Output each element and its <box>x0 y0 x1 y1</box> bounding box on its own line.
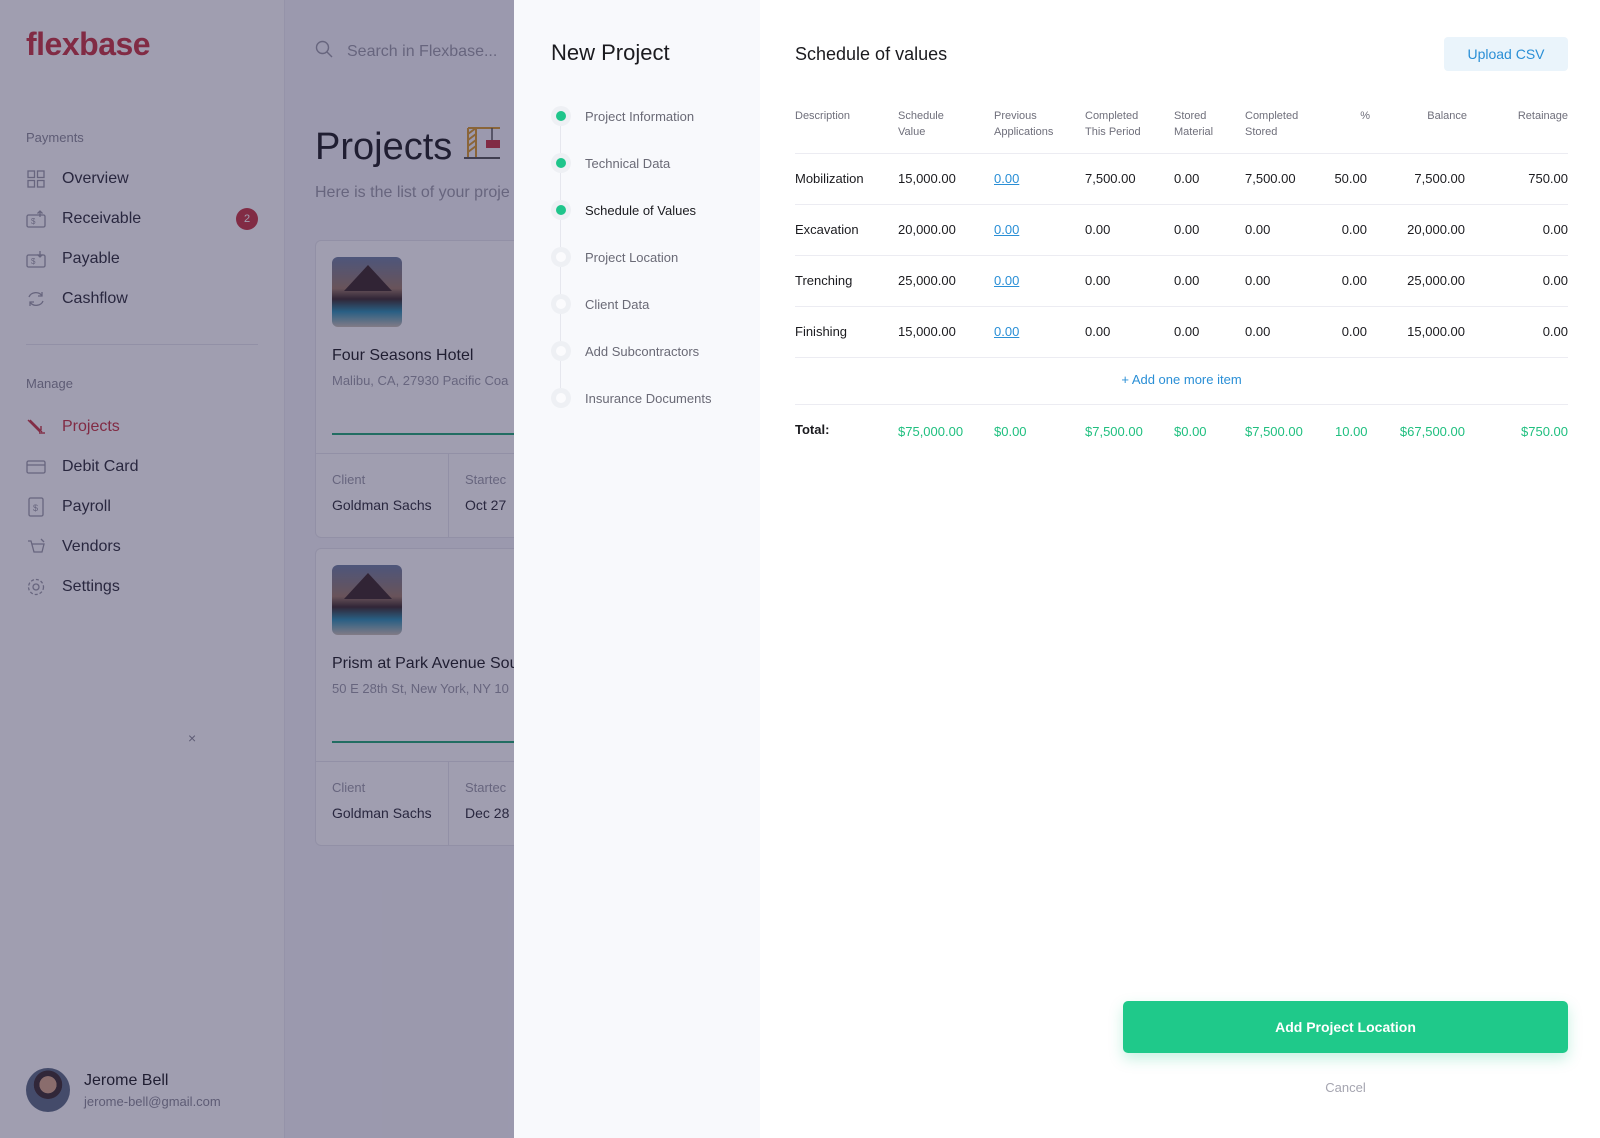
total-completed-stored: $7,500.00 <box>1245 424 1303 439</box>
step-label: Insurance Documents <box>585 390 712 406</box>
cell-percent: 0.00 <box>1341 273 1367 288</box>
cell-completed-stored: 7,500.00 <box>1245 171 1296 186</box>
add-item-row: + Add one more item <box>795 358 1568 405</box>
cell-percent: 50.00 <box>1334 171 1367 186</box>
cell-completed-this-period[interactable]: 0.00 <box>1085 222 1110 237</box>
step-label: Schedule of Values <box>585 202 697 218</box>
column-header-completed-this-period: Completed This Period <box>1085 110 1141 138</box>
column-header-stored-material: Stored Material <box>1174 110 1214 138</box>
total-previous-applications: $0.00 <box>994 424 1027 439</box>
cell-stored-material[interactable]: 0.00 <box>1174 324 1199 339</box>
cell-balance: 20,000.00 <box>1407 222 1465 237</box>
cell-previous-applications-link[interactable]: 0.00 <box>994 273 1019 288</box>
step-current-icon <box>551 200 571 220</box>
table-row[interactable]: Mobilization 15,000.00 0.00 7,500.00 0.0… <box>795 154 1568 205</box>
cell-stored-material[interactable]: 0.00 <box>1174 222 1199 237</box>
step-schedule-of-values[interactable]: Schedule of Values <box>551 200 696 220</box>
cell-previous-applications-link[interactable]: 0.00 <box>994 324 1019 339</box>
add-project-location-button[interactable]: Add Project Location <box>1123 1001 1568 1053</box>
step-project-location[interactable]: Project Location <box>551 247 678 267</box>
cell-previous-applications-link[interactable]: 0.00 <box>994 171 1019 186</box>
cell-schedule-value[interactable]: 15,000.00 <box>898 171 956 186</box>
total-completed-this-period: $7,500.00 <box>1085 424 1143 439</box>
cell-retainage: 750.00 <box>1528 171 1568 186</box>
cell-retainage: 0.00 <box>1542 222 1568 237</box>
total-stored-material: $0.00 <box>1174 424 1207 439</box>
step-technical-data[interactable]: Technical Data <box>551 153 670 173</box>
cell-completed-this-period[interactable]: 0.00 <box>1085 273 1110 288</box>
step-complete-icon <box>551 106 571 126</box>
step-client-data[interactable]: Client Data <box>551 294 649 314</box>
total-balance: $67,500.00 <box>1399 424 1465 439</box>
cell-schedule-value[interactable]: 25,000.00 <box>898 273 956 288</box>
total-schedule-value: $75,000.00 <box>898 424 964 439</box>
total-label: Total: <box>795 422 830 437</box>
step-project-information[interactable]: Project Information <box>551 106 694 126</box>
step-complete-icon <box>551 153 571 173</box>
column-header-previous-applications: Previous Applications <box>994 110 1054 138</box>
step-add-subcontractors[interactable]: Add Subcontractors <box>551 341 699 361</box>
new-project-drawer: New Project Project Information Technica… <box>514 0 1600 1138</box>
step-pending-icon <box>551 341 571 361</box>
add-one-more-item-link[interactable]: + Add one more item <box>795 372 1568 387</box>
cell-retainage: 0.00 <box>1542 324 1568 339</box>
cell-completed-this-period[interactable]: 7,500.00 <box>1085 171 1136 186</box>
cell-percent: 0.00 <box>1341 324 1367 339</box>
total-retainage: $750.00 <box>1521 424 1568 439</box>
cell-description[interactable]: Excavation <box>795 222 859 237</box>
step-pending-icon <box>551 294 571 314</box>
cell-schedule-value[interactable]: 15,000.00 <box>898 324 956 339</box>
column-header-balance: Balance <box>1427 110 1467 122</box>
cell-percent: 0.00 <box>1341 222 1367 237</box>
table-row[interactable]: Finishing 15,000.00 0.00 0.00 0.00 0.00 … <box>795 307 1568 358</box>
cell-description[interactable]: Mobilization <box>795 171 864 186</box>
cell-completed-stored: 0.00 <box>1245 324 1271 339</box>
cell-completed-stored: 0.00 <box>1245 222 1271 237</box>
column-header-completed-stored: Completed Stored <box>1245 110 1299 138</box>
cell-completed-stored: 0.00 <box>1245 273 1271 288</box>
table-row[interactable]: Trenching 25,000.00 0.00 0.00 0.00 0.00 … <box>795 256 1568 307</box>
cell-description[interactable]: Finishing <box>795 324 847 339</box>
column-header-description: Description <box>795 110 851 122</box>
drawer-title: New Project <box>551 40 670 65</box>
step-label: Project Location <box>585 249 679 265</box>
cell-balance: 15,000.00 <box>1407 324 1465 339</box>
step-insurance-documents[interactable]: Insurance Documents <box>551 388 711 408</box>
cell-retainage: 0.00 <box>1542 273 1568 288</box>
cell-description[interactable]: Trenching <box>795 273 852 288</box>
step-pending-icon <box>551 247 571 267</box>
total-row: Total: $75,000.00 $0.00 $7,500.00 $0.00 … <box>795 405 1568 457</box>
table-row[interactable]: Excavation 20,000.00 0.00 0.00 0.00 0.00… <box>795 205 1568 256</box>
wizard-steps-panel: New Project Project Information Technica… <box>514 0 760 1138</box>
section-title: Schedule of values <box>795 44 948 64</box>
schedule-of-values-table: Description Schedule Value Previous Appl… <box>795 104 1568 457</box>
cancel-button[interactable]: Cancel <box>1123 1080 1568 1095</box>
cell-balance: 7,500.00 <box>1414 171 1465 186</box>
schedule-of-values-panel: Schedule of values Upload CSV Descriptio… <box>760 0 1600 1138</box>
step-label: Add Subcontractors <box>585 343 700 359</box>
step-label: Client Data <box>585 296 650 312</box>
total-percent: 10.00 <box>1335 424 1368 439</box>
column-header-schedule-value: Schedule Value <box>898 110 944 138</box>
cell-balance: 25,000.00 <box>1407 273 1465 288</box>
cell-stored-material[interactable]: 0.00 <box>1174 273 1199 288</box>
table-header: Description Schedule Value Previous Appl… <box>795 104 1568 154</box>
column-header-percent: % <box>1360 110 1370 122</box>
cell-stored-material[interactable]: 0.00 <box>1174 171 1199 186</box>
step-label: Technical Data <box>585 155 671 171</box>
cell-previous-applications-link[interactable]: 0.00 <box>994 222 1019 237</box>
upload-csv-button[interactable]: Upload CSV <box>1444 37 1568 71</box>
step-pending-icon <box>551 388 571 408</box>
column-header-retainage: Retainage <box>1517 110 1568 122</box>
step-label: Project Information <box>585 108 695 124</box>
cell-completed-this-period[interactable]: 0.00 <box>1085 324 1110 339</box>
cell-schedule-value[interactable]: 20,000.00 <box>898 222 956 237</box>
